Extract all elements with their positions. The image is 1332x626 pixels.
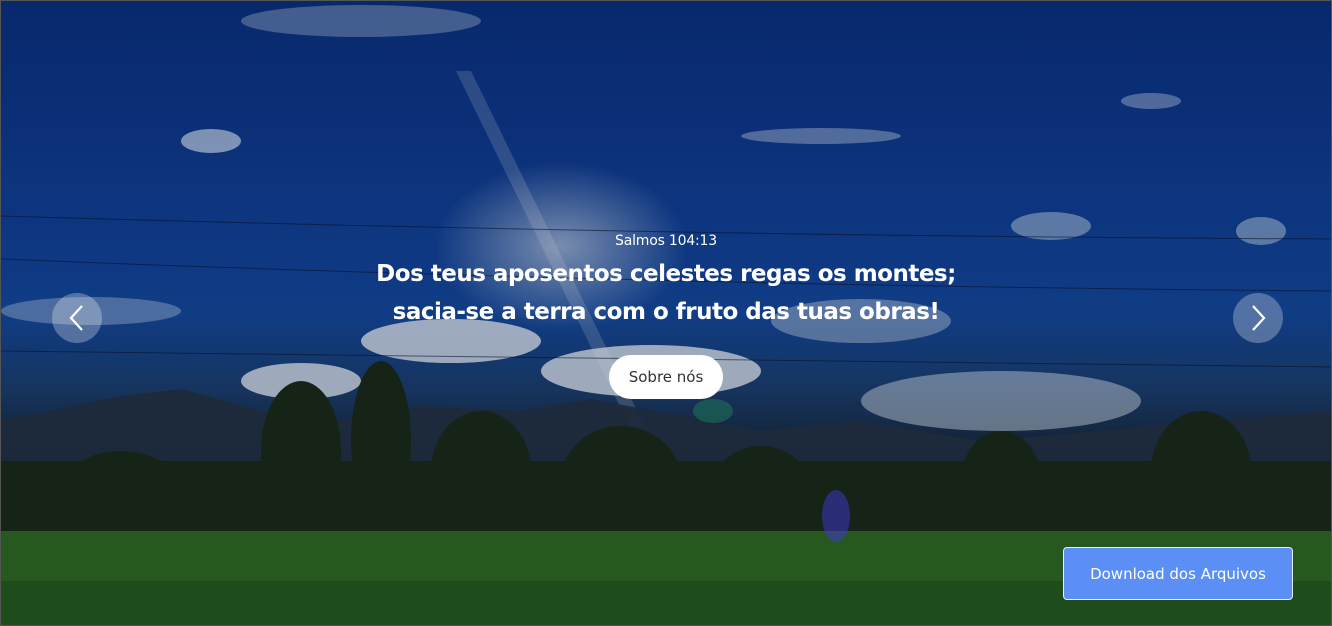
verse-reference: Salmos 104:13	[615, 233, 717, 249]
tree	[1151, 411, 1251, 531]
tree	[261, 381, 341, 521]
hero-carousel: Salmos 104:13 Dos teus aposentos celeste…	[0, 0, 1332, 626]
chevron-right-icon	[1252, 305, 1266, 331]
tree	[61, 451, 181, 531]
cloud	[741, 128, 901, 144]
verse-line-2: sacia-se a terra com o fruto das tuas ob…	[392, 299, 940, 325]
tree	[561, 426, 681, 536]
verse-line-1: Dos teus aposentos celestes regas os mon…	[376, 261, 956, 287]
download-files-button[interactable]: Download dos Arquivos	[1063, 547, 1293, 600]
cloud	[241, 5, 481, 37]
carousel-next-button[interactable]	[1233, 293, 1283, 343]
chevron-left-icon	[69, 305, 83, 331]
cloud	[1121, 93, 1181, 109]
lens-flare	[822, 490, 850, 542]
tree	[961, 431, 1041, 531]
carousel-prev-button[interactable]	[52, 293, 102, 343]
treeline	[1, 461, 1331, 531]
cloud	[181, 129, 241, 153]
tree	[431, 411, 531, 531]
tree	[711, 446, 811, 536]
about-us-button[interactable]: Sobre nós	[608, 355, 724, 399]
carousel-caption: Salmos 104:13 Dos teus aposentos celeste…	[1, 233, 1331, 399]
lens-flare	[693, 399, 733, 423]
mountains	[1, 389, 1331, 501]
